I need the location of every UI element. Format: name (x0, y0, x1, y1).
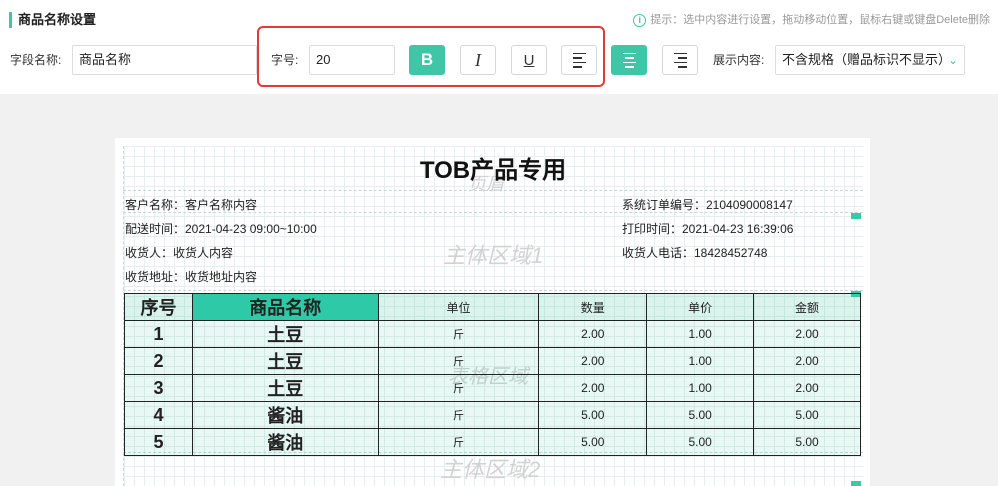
cell-amount: 2.00 (753, 347, 861, 375)
table-header-row: 序号 商品名称 单位 数量 单价 金额 (124, 293, 861, 321)
goods-table: 序号 商品名称 单位 数量 单价 金额 1 土豆 斤 2.00 1.00 2.0… (124, 293, 861, 456)
cell-unit: 斤 (377, 401, 540, 429)
cell-price: 5.00 (646, 428, 755, 456)
italic-button[interactable]: I (460, 45, 496, 75)
col-header-quantity[interactable]: 数量 (538, 293, 648, 321)
receiver-address[interactable]: 收货地址：收货地址内容 (125, 269, 257, 285)
cell-price: 1.00 (646, 320, 755, 348)
delivery-time[interactable]: 配送时间：2021-04-23 09:00~10:00 (125, 221, 317, 237)
italic-icon: I (475, 49, 481, 70)
table-row: 1 土豆 斤 2.00 1.00 2.00 (124, 320, 861, 348)
hint: i 提示：选中内容进行设置，拖动移动位置，鼠标右键或键盘Delete删除 (633, 12, 990, 28)
align-left-button[interactable] (561, 45, 597, 75)
resize-handle[interactable] (851, 213, 861, 219)
cell-unit: 斤 (377, 347, 540, 375)
col-header-amount[interactable]: 金额 (753, 293, 861, 321)
panel-title: 商品名称设置 (9, 12, 96, 28)
body-region-2-label: 主体区域2 (440, 457, 541, 482)
cell-product-name: 土豆 (191, 347, 379, 375)
receiver[interactable]: 收货人：收货人内容 (125, 245, 233, 261)
align-right-icon (673, 52, 687, 68)
document-title[interactable]: TOB产品专用 (123, 150, 863, 185)
align-right-button[interactable] (662, 45, 698, 75)
cell-index: 2 (124, 347, 193, 375)
cell-quantity: 2.00 (538, 320, 648, 348)
customer-name[interactable]: 客户名称：客户名称内容 (125, 197, 257, 213)
chevron-down-icon: ⌄ (947, 53, 958, 67)
table-divider (123, 290, 863, 291)
resize-handle[interactable] (851, 481, 861, 486)
display-content-select[interactable]: 不含规格（赠品标识不显示） ⌄ (775, 45, 965, 75)
align-center-icon (622, 52, 636, 68)
header-divider (123, 190, 863, 191)
table-row: 3 土豆 斤 2.00 1.00 2.00 (124, 374, 861, 402)
table-row: 4 酱油 斤 5.00 5.00 5.00 (124, 401, 861, 429)
receiver-phone[interactable]: 收货人电话：18428452748 (622, 245, 767, 261)
hint-text: 提示：选中内容进行设置，拖动移动位置，鼠标右键或键盘Delete删除 (650, 14, 990, 26)
cell-index: 5 (124, 428, 193, 456)
cell-amount: 5.00 (753, 401, 861, 429)
cell-index: 4 (124, 401, 193, 429)
info-icon: i (633, 13, 647, 27)
cell-unit: 斤 (377, 428, 540, 456)
col-header-price[interactable]: 单价 (646, 293, 755, 321)
cell-product-name: 酱油 (191, 428, 379, 456)
underline-button[interactable]: U (511, 45, 547, 75)
cell-amount: 2.00 (753, 374, 861, 402)
cell-product-name: 土豆 (191, 320, 379, 348)
col-header-product-name[interactable]: 商品名称 (191, 293, 379, 321)
cell-index: 1 (124, 320, 193, 348)
col-header-index[interactable]: 序号 (124, 293, 193, 321)
cell-product-name: 酱油 (191, 401, 379, 429)
cell-quantity: 5.00 (538, 428, 648, 456)
field-name-input[interactable]: 商品名称 (72, 45, 257, 75)
cell-quantity: 2.00 (538, 347, 648, 375)
table-row: 2 土豆 斤 2.00 1.00 2.00 (124, 347, 861, 375)
order-number[interactable]: 系统订单编号：2104090008147 (622, 197, 793, 213)
display-content-value: 不含规格（赠品标识不显示） (782, 52, 952, 67)
cell-price: 1.00 (646, 347, 755, 375)
body-region-1-label: 主体区域1 (443, 243, 544, 268)
cell-amount: 2.00 (753, 320, 861, 348)
cell-index: 3 (124, 374, 193, 402)
cell-unit: 斤 (377, 374, 540, 402)
cell-quantity: 2.00 (538, 374, 648, 402)
cell-quantity: 5.00 (538, 401, 648, 429)
cell-amount: 5.00 (753, 428, 861, 456)
cell-product-name: 土豆 (191, 374, 379, 402)
display-content-label: 展示内容: (713, 53, 765, 67)
bold-button[interactable]: B (409, 45, 445, 75)
col-header-unit[interactable]: 单位 (377, 293, 540, 321)
print-time[interactable]: 打印时间：2021-04-23 16:39:06 (622, 221, 793, 237)
underline-icon: U (523, 51, 535, 69)
align-left-icon (572, 52, 586, 68)
cell-price: 5.00 (646, 401, 755, 429)
field-name-label: 字段名称: (10, 53, 62, 67)
table-row: 5 酱油 斤 5.00 5.00 5.00 (124, 428, 861, 456)
bold-icon: B (420, 50, 434, 69)
cell-price: 1.00 (646, 374, 755, 402)
font-size-input[interactable]: 20 (309, 45, 395, 75)
font-size-label: 字号: (271, 53, 299, 67)
cell-unit: 斤 (377, 320, 540, 348)
settings-panel: 商品名称设置 i 提示：选中内容进行设置，拖动移动位置，鼠标右键或键盘Delet… (0, 0, 998, 94)
align-center-button[interactable] (611, 45, 647, 75)
